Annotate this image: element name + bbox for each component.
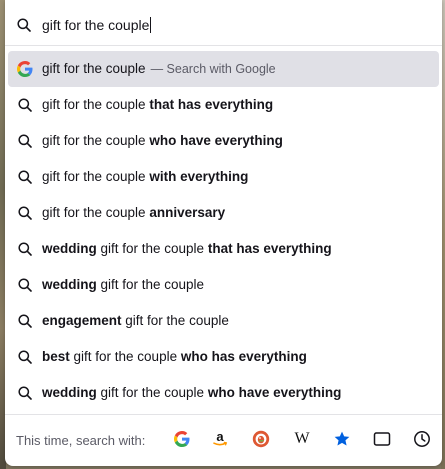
search-icon <box>17 169 33 185</box>
search-icon <box>17 133 33 149</box>
star-icon <box>333 430 351 448</box>
suggestion-row[interactable]: gift for the couple that has everything <box>8 87 439 123</box>
search-shortcuts-bar: This time, search with: a W <box>5 414 442 464</box>
suggestion-query-part: gift for the couple <box>42 61 146 76</box>
suggestion-text: best gift for the couple who has everyth… <box>42 349 307 365</box>
address-bar[interactable]: gift for the couple <box>5 0 442 46</box>
suggestion-highlight: engagement <box>42 313 122 328</box>
clock-icon <box>413 430 431 448</box>
suggestion-text: gift for the couple anniversary <box>42 205 225 221</box>
suggestion-text: gift for the couple with everything <box>42 169 248 185</box>
suggestion-query-part: gift for the couple <box>42 205 150 220</box>
suggestion-highlight: with everything <box>149 169 249 184</box>
google-icon <box>174 431 190 447</box>
address-bar-input[interactable]: gift for the couple <box>42 17 152 33</box>
suggestion-highlight: who have everything <box>149 133 283 148</box>
suggestion-row[interactable]: best gift for the couple who has everyth… <box>8 339 439 375</box>
suggestion-row[interactable]: gift for the couple with everything <box>8 159 439 195</box>
suggestion-row[interactable]: gift for the couple who have everything <box>8 123 439 159</box>
search-icon <box>17 277 33 293</box>
suggestion-text: wedding gift for the couple who have eve… <box>42 385 341 401</box>
svg-text:a: a <box>216 430 224 444</box>
bookmarks-button[interactable] <box>331 428 353 450</box>
suggestion-text: engagement gift for the couple <box>42 313 229 329</box>
suggestion-row[interactable]: engagement gift for the couple <box>8 303 439 339</box>
suggestion-row[interactable]: wedding gift for the couple that has eve… <box>8 231 439 267</box>
suggestion-highlight: anniversary <box>149 205 226 220</box>
suggestion-query-part: gift for the couple <box>42 133 150 148</box>
suggestion-highlight: who has everything <box>180 349 307 364</box>
address-bar-dropdown: gift for the couple gift for the couple —… <box>5 0 442 466</box>
search-icon <box>17 18 31 37</box>
suggestion-text: gift for the couple who have everything <box>42 133 283 149</box>
google-icon <box>17 61 33 77</box>
suggestion-highlight: that has everything <box>149 97 274 112</box>
suggestion-row[interactable]: gift for the couple anniversary <box>8 195 439 231</box>
search-with-label: This time, search with: <box>16 433 146 448</box>
suggestion-row[interactable]: wedding gift for the couple who have eve… <box>8 375 439 411</box>
duckduckgo-engine-button[interactable] <box>250 428 272 450</box>
history-button[interactable] <box>411 428 433 450</box>
search-icon <box>17 313 33 329</box>
suggestion-query-part: gift for the couple <box>96 385 208 400</box>
tab-icon <box>373 431 391 447</box>
suggestion-highlight: wedding <box>42 277 97 292</box>
suggestion-text: gift for the couple that has everything <box>42 97 273 113</box>
search-icon <box>17 97 33 113</box>
search-engine-hint: — Search with Google <box>150 62 276 76</box>
suggestion-list: gift for the couple — Search with Google g… <box>5 51 442 411</box>
amazon-icon: a <box>211 430 229 448</box>
suggestion-highlight: best <box>42 349 70 364</box>
search-icon <box>17 241 33 257</box>
search-icon <box>17 385 33 401</box>
suggestion-text: wedding gift for the couple <box>42 277 204 293</box>
suggestion-highlight: that has everything <box>207 241 332 256</box>
wikipedia-engine-button[interactable]: W <box>291 428 313 450</box>
amazon-engine-button[interactable]: a <box>209 428 231 450</box>
suggestion-highlight: wedding <box>42 241 97 256</box>
tabs-button[interactable] <box>371 428 393 450</box>
suggestion-highlight: wedding <box>42 385 97 400</box>
search-icon <box>17 349 33 365</box>
suggestion-query-part: gift for the couple <box>96 277 205 292</box>
search-icon <box>17 205 33 221</box>
text-caret <box>150 17 152 33</box>
suggestion-query-part: gift for the couple <box>121 313 229 328</box>
suggestion-row[interactable]: wedding gift for the couple <box>8 267 439 303</box>
wikipedia-icon: W <box>294 430 310 447</box>
suggestion-text: wedding gift for the couple that has eve… <box>42 241 332 257</box>
duckduckgo-icon <box>252 430 270 448</box>
suggestion-text: gift for the couple — Search with Google <box>42 61 276 77</box>
suggestion-highlight: who have everything <box>207 385 342 400</box>
google-engine-button[interactable] <box>171 428 193 450</box>
address-bar-query: gift for the couple <box>42 17 150 33</box>
suggestion-query-part: gift for the couple <box>69 349 181 364</box>
suggestion-row[interactable]: gift for the couple — Search with Google <box>8 51 439 87</box>
suggestion-query-part: gift for the couple <box>96 241 208 256</box>
suggestion-query-part: gift for the couple <box>42 169 150 184</box>
suggestion-query-part: gift for the couple <box>42 97 150 112</box>
